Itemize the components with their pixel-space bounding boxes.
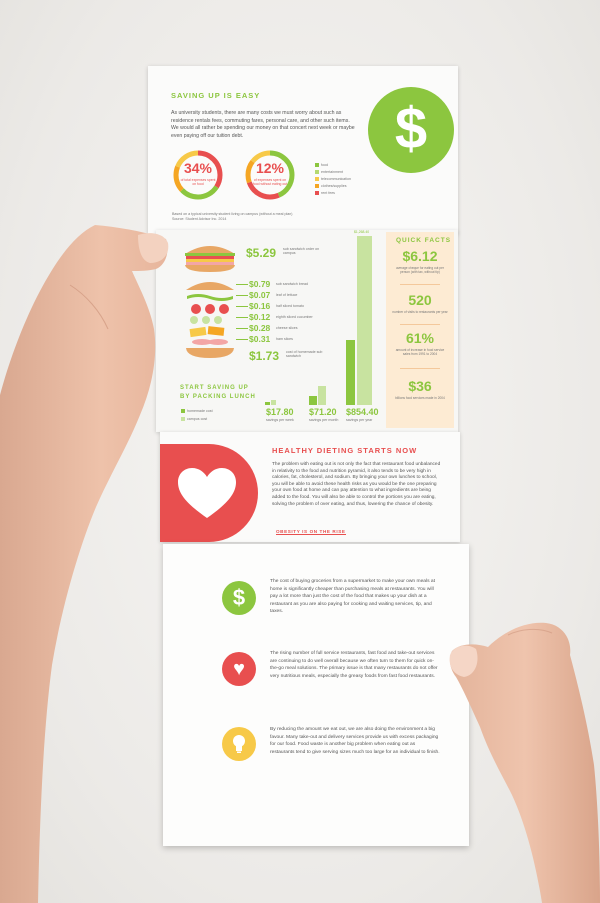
ingredient-label: cheese slices bbox=[276, 326, 298, 330]
fact-text: billions food services made in 2004 bbox=[395, 396, 445, 400]
fact-text: average cheque for eating out per person… bbox=[396, 266, 444, 274]
bar-campus-month bbox=[318, 386, 326, 405]
donut2-caption: of expenses spent on food without eating… bbox=[252, 178, 288, 187]
legend-item-clothes: clothes/supplies bbox=[315, 184, 347, 188]
ingredient-price: $0.07 bbox=[249, 290, 271, 300]
savings-month-label: savings per month bbox=[309, 418, 339, 422]
ingredient-price: $0.12 bbox=[249, 312, 271, 322]
fact-divider bbox=[400, 368, 440, 369]
lightbulb-icon bbox=[222, 727, 256, 761]
pointer-line bbox=[236, 284, 248, 285]
bar-campus-year bbox=[357, 236, 372, 405]
back-item-text: The cost of buying groceries from a supe… bbox=[270, 579, 435, 615]
pointer-line bbox=[236, 317, 248, 318]
bar-homemade-week bbox=[265, 402, 270, 405]
dollar-icon: $ bbox=[368, 87, 454, 173]
dollar-icon: $ bbox=[222, 581, 256, 615]
bar-homemade-month bbox=[309, 396, 317, 405]
ingredient-price: $0.79 bbox=[249, 279, 271, 289]
homemade-price: $1.73 bbox=[249, 349, 280, 363]
fact-number: $6.12 bbox=[402, 248, 438, 264]
ingredient-price: $0.31 bbox=[249, 334, 271, 344]
donut2-percent: 12% bbox=[255, 160, 285, 176]
exploded-sandwich-illustration bbox=[186, 282, 234, 358]
sub-price: $5.29 bbox=[246, 246, 277, 260]
legend-item-food: food bbox=[315, 163, 328, 167]
right-hand bbox=[449, 622, 600, 903]
quick-facts-title: QUICK FACTS bbox=[396, 237, 452, 244]
ingredient-price: $0.16 bbox=[249, 301, 271, 311]
homemade-label: cost of homemade sub sandwich bbox=[286, 350, 323, 359]
pointer-line bbox=[236, 328, 248, 329]
legend-campus: campus cost bbox=[181, 417, 207, 421]
back-item-text: By reducing the amount we eat out, we ar… bbox=[270, 727, 440, 755]
legend-item-telecommunication: telecommunication bbox=[315, 177, 351, 181]
savings-week-value: $17.80 bbox=[266, 407, 294, 417]
legend-homemade: homemade cost bbox=[181, 409, 213, 413]
fact-divider bbox=[400, 284, 440, 285]
quick-facts-panel: QUICK FACTS $6.12 average cheque for eat… bbox=[386, 232, 454, 428]
ingredient-label: leaf of lettuce bbox=[276, 293, 298, 297]
bar-top-label: $1,268.40 bbox=[354, 230, 370, 234]
saving-body: As university students, there are many c… bbox=[171, 110, 355, 139]
saving-footnote: Based on a typical university student li… bbox=[172, 212, 293, 221]
start-saving-title: START SAVING UP BY PACKING LUNCH bbox=[180, 385, 256, 400]
left-hand bbox=[0, 225, 169, 903]
pointer-line bbox=[236, 306, 248, 307]
healthy-title: HEALTHY DIETING STARTS NOW bbox=[272, 446, 418, 455]
pointer-line bbox=[236, 295, 248, 296]
bar-campus-week bbox=[271, 400, 276, 405]
legend-item-rent: rent fees bbox=[315, 191, 335, 195]
ingredient-label: eighth sliced cucumber bbox=[276, 315, 313, 319]
bar-homemade-year bbox=[346, 340, 355, 405]
obesity-subtitle: OBESITY IS ON THE RISE bbox=[276, 529, 346, 535]
fact-number: 520 bbox=[408, 292, 432, 308]
sub-sandwich-illustration bbox=[185, 246, 235, 272]
fact-number: $36 bbox=[408, 378, 432, 394]
sub-label: sub sandwich order on campus bbox=[283, 247, 320, 256]
fact-text: number of visits to restaurants per year bbox=[392, 310, 448, 314]
fact-divider bbox=[400, 324, 440, 325]
healthy-body: The problem with eating out is not only … bbox=[272, 462, 441, 507]
ingredient-label: ham slices bbox=[276, 337, 293, 341]
savings-year-label: savings per year bbox=[346, 418, 373, 422]
savings-week-label: savings per week bbox=[266, 418, 294, 422]
back-item-text: The rising number of full service restau… bbox=[270, 651, 438, 679]
ingredient-label: half sliced tomato bbox=[276, 304, 304, 308]
heart-icon: ♥ bbox=[222, 652, 256, 686]
donut-chart-total-expenses: 34% of total expenses spent on food bbox=[172, 149, 224, 201]
ingredient-price: $0.28 bbox=[249, 323, 271, 333]
fact-text: amount of increase in food service sales… bbox=[395, 348, 445, 356]
ingredient-label: sub sandwich bread bbox=[276, 282, 308, 286]
savings-month-value: $71.20 bbox=[309, 407, 337, 417]
saving-title: SAVING UP IS EASY bbox=[171, 91, 261, 100]
donut-chart-food-expenses: 12% of expenses spent on food without ea… bbox=[244, 149, 296, 201]
fact-number: 61% bbox=[405, 330, 435, 346]
pointer-line bbox=[236, 339, 248, 340]
donut1-percent: 34% bbox=[183, 160, 213, 176]
savings-year-value: $854.40 bbox=[346, 407, 379, 417]
legend-item-entertainment: entertainment bbox=[315, 170, 343, 174]
donut1-caption: of total expenses spent on food bbox=[180, 178, 216, 187]
